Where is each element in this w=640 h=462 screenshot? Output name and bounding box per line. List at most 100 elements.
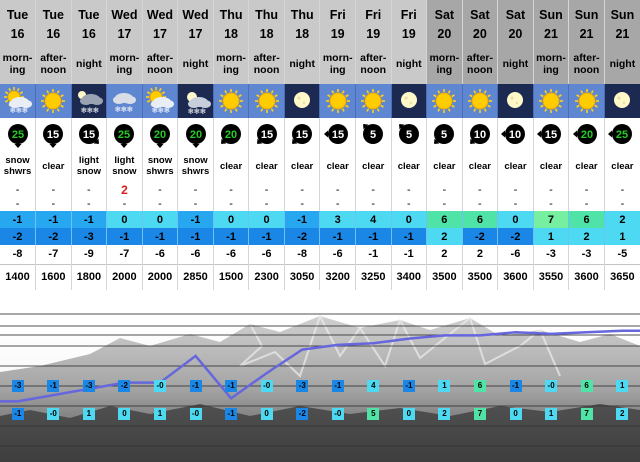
weather-icon-cell xyxy=(248,84,285,118)
max-temperature-cell: 0 xyxy=(213,211,250,228)
moon-icon xyxy=(507,92,524,108)
wind-chill-cell: -1 xyxy=(355,245,392,264)
date-cell: 17 xyxy=(177,24,214,44)
wind-cell: 15 xyxy=(248,118,285,149)
upper-level-temperature-marker: 4 xyxy=(367,380,380,392)
weather-icon-cell: ❄ ❄ ❄ xyxy=(0,84,37,118)
svg-text:25: 25 xyxy=(616,129,628,141)
max-temperature-row: -1 -1 -1 0 0 -1 0 0 -1 3 4 0 6 6 0 7 6 2 xyxy=(0,211,640,228)
svg-text:20: 20 xyxy=(580,129,592,141)
day-name-row: Tue Tue Tue Wed Wed Wed Thu Thu Thu Fri Fri Fri Sat S… xyxy=(0,0,640,24)
time-of-day-cell: morn-ing xyxy=(426,44,463,84)
time-of-day-row: morn-ing after-noon night morn-ing after-noo… xyxy=(0,44,640,84)
upper-level-temperature-marker: -0 xyxy=(545,380,558,392)
min-temperature-cell: 2 xyxy=(426,228,463,245)
snow-showers-sun-icon: ❄ ❄ ❄ xyxy=(145,87,174,115)
wind-direction-icon: 15 xyxy=(78,123,99,144)
wind-cell: 15 xyxy=(71,118,108,149)
time-of-day-cell: after-noon xyxy=(248,44,285,84)
wind-direction-icon: 10 xyxy=(501,123,526,144)
time-of-day-line: ing xyxy=(9,64,26,76)
wind-cell: 20 xyxy=(568,118,605,149)
date-cell: 21 xyxy=(604,24,640,44)
time-of-day-line: night xyxy=(609,58,636,70)
time-of-day-cell: after-noon xyxy=(462,44,499,84)
upper-level-temperature-marker: 6 xyxy=(580,380,593,392)
svg-text:10: 10 xyxy=(509,129,521,141)
wind-chill-cell: -6 xyxy=(142,245,179,264)
wind-chill-cell: -8 xyxy=(0,245,37,264)
snow-night-icon: ❄ ❄ ❄ xyxy=(186,92,211,115)
max-temperature-cell: -1 xyxy=(71,211,108,228)
time-of-day-cell: morn-ing xyxy=(533,44,570,84)
max-temperature-cell: -1 xyxy=(177,211,214,228)
rain-amount-cell: - xyxy=(248,197,285,211)
date-cell: 19 xyxy=(391,24,428,44)
svg-text:15: 15 xyxy=(83,129,95,141)
freezing-level-cell: 3200 xyxy=(319,263,356,290)
summary-cell: clear xyxy=(533,149,570,183)
snow-amount-cell: - xyxy=(35,183,72,197)
upper-level-temperature-marker: -1 xyxy=(509,380,522,392)
upper-level-temperature-marker: 6 xyxy=(474,380,486,392)
time-of-day-cell: morn-ing xyxy=(0,44,37,84)
min-temperature-cell: 1 xyxy=(533,228,570,245)
summary-line: clear xyxy=(575,160,598,172)
date-cell: 20 xyxy=(426,24,463,44)
svg-text:❄: ❄ xyxy=(21,106,28,115)
sun-icon xyxy=(254,89,279,113)
freezing-level-cell: 3500 xyxy=(426,263,463,290)
svg-text:20: 20 xyxy=(225,129,237,141)
time-of-day-cell: night xyxy=(604,44,640,84)
lower-level-temperature-marker: -0 xyxy=(331,408,344,420)
freezing-level-cell: 1600 xyxy=(35,263,72,290)
lower-level-temperature-marker: -0 xyxy=(47,408,60,420)
summary-cell: clear xyxy=(604,149,640,183)
max-temperature-cell: 0 xyxy=(391,211,428,228)
wind-direction-icon: 20 xyxy=(149,123,170,148)
min-temperature-cell: -2 xyxy=(497,228,534,245)
upper-level-temperature-marker: -2 xyxy=(118,380,131,392)
upper-level-temperature-marker: -3 xyxy=(296,380,309,392)
summary-cell: snow shwrs xyxy=(142,149,179,183)
date-cell: 19 xyxy=(319,24,356,44)
freezing-level-row: 1400 1600 1800 2000 2000 2850 1500 2300 3050 3200… xyxy=(0,263,640,290)
summary-cell: snow shwrs xyxy=(177,149,214,183)
rain-amount-cell: - xyxy=(106,197,143,211)
summary-line: clear xyxy=(468,160,491,172)
summary-cell: clear xyxy=(213,149,250,183)
snow-amount-cell: - xyxy=(497,183,534,197)
date-cell: 20 xyxy=(462,24,499,44)
max-temperature-cell: 4 xyxy=(355,211,392,228)
sun-icon xyxy=(361,89,386,113)
wind-direction-icon: 15 xyxy=(536,123,561,144)
time-of-day-line: ing xyxy=(223,64,239,76)
wind-chill-row: -8 -7 -9 -7 -6 -6 -6 -6 -8 -6 -1 -1 2 2 -6 -3 -3 -5 xyxy=(0,245,640,264)
weather-icon-cell xyxy=(319,84,356,118)
snow-amount-cell: 2 xyxy=(106,183,143,197)
time-of-day-line: noon xyxy=(360,64,387,76)
freezing-level-cell: 3050 xyxy=(284,263,321,290)
time-of-day-line: ing xyxy=(543,64,559,76)
weather-icon-cell xyxy=(462,84,499,118)
day-name-cell: Tue xyxy=(0,0,37,24)
wind-cell: 5 xyxy=(426,118,463,149)
weather-icon-cell: ❄ ❄ ❄ xyxy=(177,84,214,118)
wind-cell: 15 xyxy=(533,118,570,149)
lower-level-temperature-marker: 2 xyxy=(438,408,451,420)
summary-cell: clear xyxy=(462,149,499,183)
summary-line: light xyxy=(114,155,135,166)
summary-cell: snow shwrs xyxy=(0,149,37,183)
sun-icon xyxy=(467,89,492,113)
mountain-chart: -3 -1 -3 -2 -0 -1 -1 -0 -3 -1 4 -1 1 6 -1 -0 6 1 -1 -0 1 0 1 -0… xyxy=(0,306,640,462)
wind-chill-cell: -6 xyxy=(248,245,285,264)
freezing-level-cell: 2000 xyxy=(106,263,143,290)
freezing-level-cell: 3500 xyxy=(462,263,499,290)
weather-icon-cell xyxy=(35,84,72,118)
wind-cell: 20 xyxy=(177,118,214,149)
summary-cell: clear xyxy=(248,149,285,183)
snow-night-cloud-icon: ❄ ❄ ❄ xyxy=(77,91,103,115)
weather-icon-cell xyxy=(213,84,250,118)
date-cell: 16 xyxy=(71,24,108,44)
summary-line: clear xyxy=(255,160,278,172)
